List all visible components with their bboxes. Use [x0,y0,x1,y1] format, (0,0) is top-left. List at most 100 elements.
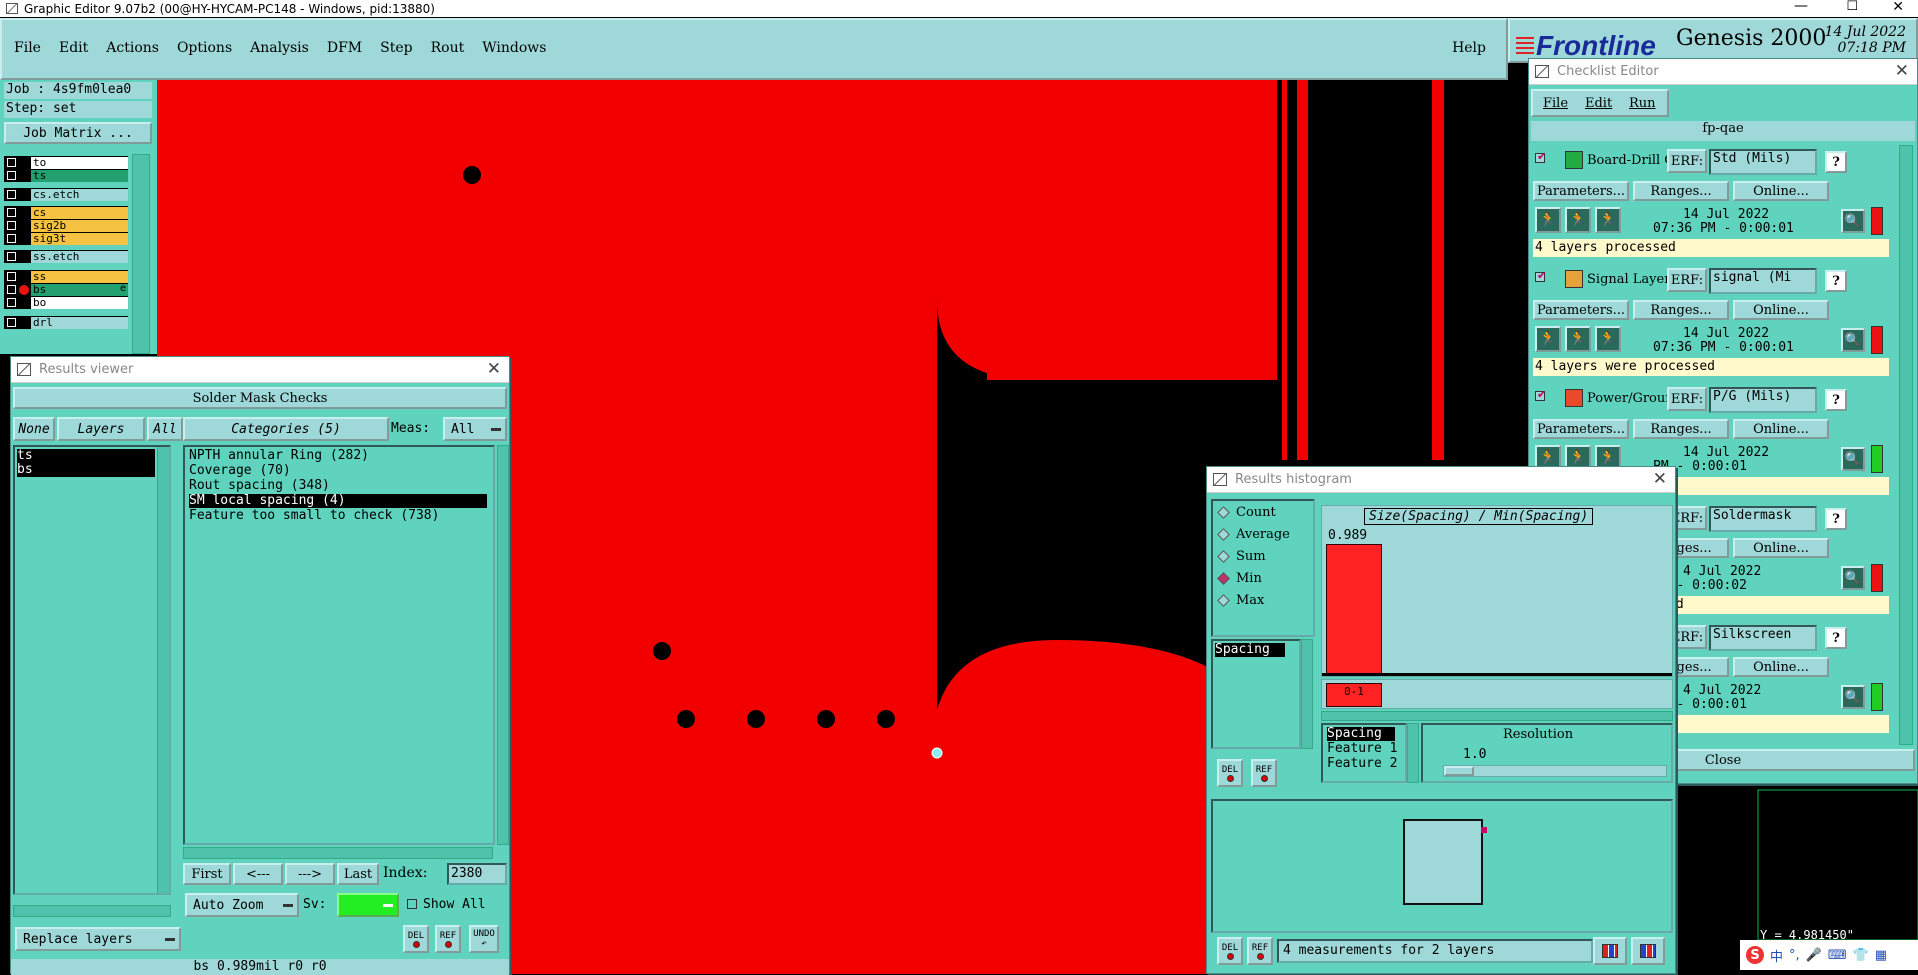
categories-hscroll[interactable] [183,847,493,859]
run-icon-button-2[interactable]: 🏃 [1565,326,1591,352]
help-button[interactable]: ? [1825,508,1847,530]
layer-checkbox[interactable] [7,190,16,199]
layer-checkbox[interactable] [7,252,16,261]
zoom-results-button[interactable]: 🔍 [1841,328,1865,352]
layer-checkbox[interactable] [7,234,16,243]
checklist-scrollbar[interactable] [1899,145,1913,745]
menu-rout[interactable]: Rout [431,40,465,56]
all-button[interactable]: All [147,417,183,441]
layer-row[interactable]: ss.etch [4,250,128,263]
menu-edit[interactable]: Edit [59,40,88,56]
auto-zoom-select[interactable]: Auto Zoom [185,893,299,917]
erf-value[interactable]: P/G (Mils) [1709,387,1817,413]
layer-checkbox[interactable] [7,221,16,230]
field-list-scrollbar[interactable] [1407,723,1419,783]
menu-dfm[interactable]: DFM [327,40,362,56]
prev-button[interactable]: <--- [233,863,283,885]
layer-row[interactable]: ss [4,270,128,283]
spacing-list-scrollbar[interactable] [1301,639,1313,749]
category-item[interactable]: Coverage (70) [189,464,291,478]
shirt-skin-icon[interactable]: 👕 [1853,948,1869,963]
check-name[interactable]: Power/Ground C [1587,391,1667,406]
menu-analysis[interactable]: Analysis [250,40,309,56]
category-item[interactable]: NPTH annular Ring (282) [189,449,369,463]
sv-color-select[interactable] [337,893,399,917]
punctuation-icon[interactable]: °, [1789,948,1800,963]
show-all-checkbox[interactable] [407,899,417,909]
menu-file[interactable]: File [14,40,41,56]
menu-windows[interactable]: Windows [482,40,546,56]
online-button[interactable]: Online... [1733,300,1829,320]
del-button[interactable]: DEL [403,925,429,953]
run-icon-button-2[interactable]: 🏃 [1565,207,1591,233]
help-button[interactable]: ? [1825,270,1847,292]
index-input[interactable]: 2380 [447,863,507,885]
layer-row[interactable]: drl [4,316,128,329]
layer-row[interactable]: to [4,156,128,169]
run-icon-button[interactable]: 🏃 [1535,326,1561,352]
layer-checkbox[interactable] [7,285,16,294]
next-button[interactable]: ---> [285,863,335,885]
results-layer-item[interactable]: ts [17,449,155,463]
check-name[interactable]: Signal Layer Ch [1587,272,1667,287]
run-icon-button-3[interactable]: 🏃 [1595,207,1621,233]
layers-list-scrollbar[interactable] [157,447,169,893]
zoom-results-button[interactable]: 🔍 [1841,209,1865,233]
category-item[interactable]: Rout spacing (348) [189,479,330,493]
slider-thumb[interactable] [1444,766,1474,776]
keyboard-icon[interactable]: ⌨ [1828,948,1847,963]
run-icon-button[interactable]: 🏃 [1535,207,1561,233]
erf-value[interactable]: Soldermask [1709,506,1817,532]
layer-checkbox[interactable] [7,298,16,307]
spacing-list-item[interactable]: Spacing [1215,643,1285,657]
checklist-menu-edit[interactable]: Edit [1585,96,1612,111]
histogram-bin-label[interactable]: 0-1 [1326,683,1382,707]
layer-checkbox[interactable] [7,208,16,217]
hist-del-button[interactable]: DEL [1217,759,1243,787]
menu-actions[interactable]: Actions [106,40,159,56]
resolution-slider[interactable] [1443,765,1667,777]
parameters-button[interactable]: Parameters... [1533,300,1629,320]
check-name[interactable]: Board-Drill Che [1587,153,1667,168]
zoom-results-button[interactable]: 🔍 [1841,685,1865,709]
layer-checkbox[interactable] [7,171,16,180]
parameters-button[interactable]: Parameters... [1533,181,1629,201]
ranges-button[interactable]: Ranges... [1633,300,1729,320]
mode-radio-average[interactable]: Average [1217,527,1290,542]
menu-step[interactable]: Step [380,40,412,56]
ranges-button[interactable]: Ranges... [1633,419,1729,439]
ime-language-indicator[interactable]: 中 [1770,946,1783,965]
mode-radio-min[interactable]: Min [1217,571,1262,586]
mode-radio-max[interactable]: Max [1217,593,1264,608]
microphone-icon[interactable]: 🎤 [1806,948,1822,963]
layer-row[interactable]: sig2b [4,219,128,232]
checklist-menu-file[interactable]: File [1543,96,1568,111]
category-item[interactable]: Feature too small to check (738) [189,509,439,523]
meas-select[interactable]: All [443,417,507,441]
first-button[interactable]: First [183,863,231,885]
hist-del-button-2[interactable]: DEL [1217,937,1243,965]
erf-value[interactable]: Silkscreen [1709,625,1817,651]
layer-checkbox[interactable] [7,318,16,327]
menu-help[interactable]: Help [1452,40,1486,56]
layers-list-hscroll[interactable] [13,905,171,917]
close-icon[interactable]: ✕ [1895,61,1909,81]
last-button[interactable]: Last [337,863,379,885]
close-icon[interactable]: ✕ [487,359,501,379]
replace-layers-select[interactable]: Replace layers [15,927,181,951]
erf-value[interactable]: signal (Mi [1709,268,1817,294]
hist-ref-button-2[interactable]: REF [1247,937,1273,965]
ranges-button[interactable]: Ranges... [1633,181,1729,201]
job-matrix-button[interactable]: Job Matrix ... [4,122,152,144]
close-icon[interactable]: ✕ [1653,469,1667,489]
check-enable-checkbox[interactable]: ✔ [1535,388,1546,401]
check-enable-checkbox[interactable]: ✔ [1535,150,1546,163]
online-button[interactable]: Online... [1733,181,1829,201]
maximize-button[interactable]: ☐ [1846,0,1858,14]
help-button[interactable]: ? [1825,389,1847,411]
layer-row[interactable]: ts [4,169,128,182]
sogou-ime-icon[interactable]: S [1746,946,1764,964]
field-list-item[interactable]: Feature 1 [1327,742,1397,756]
layer-row[interactable]: bo [4,296,128,309]
layer-row[interactable]: cs [4,206,128,219]
